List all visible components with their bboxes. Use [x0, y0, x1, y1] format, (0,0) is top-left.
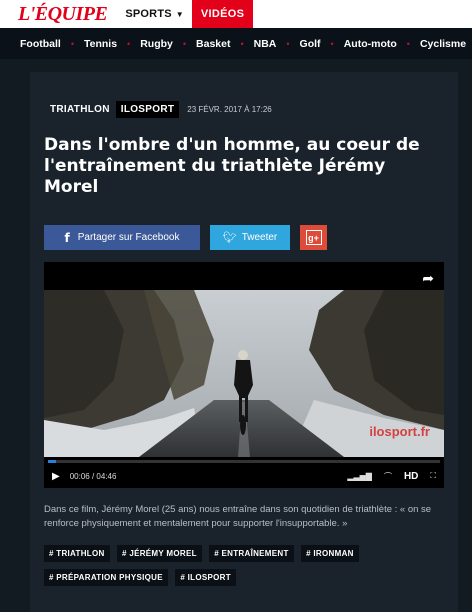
nav-separator: •	[240, 38, 244, 49]
sport-nav-item[interactable]: NBA	[254, 38, 277, 50]
share-arrow-icon[interactable]: ➦	[422, 270, 434, 287]
facebook-share-button[interactable]: f Partager sur Facebook	[44, 225, 200, 250]
video-watermark: ilosport.fr	[369, 424, 430, 439]
tag-link[interactable]: # TRIATHLON	[44, 545, 110, 562]
play-icon[interactable]: ▶	[52, 471, 60, 482]
article-meta: TRIATHLON ILOSPORT 23 FÉVR. 2017 À 17:26	[50, 101, 272, 118]
video-progress-bar[interactable]	[48, 460, 440, 463]
sport-nav: Football • Tennis • Rugby • Basket • NBA • Go…	[0, 28, 472, 59]
nav-separator: •	[330, 38, 334, 49]
google-plus-icon: g+	[305, 230, 322, 245]
volume-icon[interactable]: ▂▃▅▇	[347, 472, 372, 481]
sport-nav-item[interactable]: Basket	[196, 38, 230, 50]
source-badge[interactable]: ILOSPORT	[115, 101, 180, 118]
tag-link[interactable]: # IRONMAN	[301, 545, 359, 562]
nav-separator: •	[406, 38, 410, 49]
article-description: Dans ce film, Jérémy Morel (25 ans) nous…	[44, 504, 432, 529]
sport-nav-item[interactable]: Golf	[300, 38, 321, 50]
videos-tab[interactable]: VIDÉOS	[191, 0, 254, 28]
nav-separator: •	[70, 38, 74, 49]
sport-nav-item[interactable]: Football	[20, 38, 61, 50]
tag-link[interactable]: # PRÉPARATION PHYSIQUE	[44, 569, 168, 586]
sport-nav-item[interactable]: Auto-moto	[344, 38, 397, 50]
twitter-share-button[interactable]: 🐦︎ Tweeter	[210, 225, 290, 250]
tag-link[interactable]: # ENTRAÎNEMENT	[209, 545, 294, 562]
sports-menu-label: SPORTS	[125, 8, 172, 20]
sport-nav-item[interactable]: Tennis	[84, 38, 117, 50]
google-plus-share-button[interactable]: g+	[300, 225, 327, 250]
fullscreen-icon[interactable]: ⛶	[430, 471, 436, 481]
article-title: Dans l'ombre d'un homme, au coeur de l'e…	[44, 135, 420, 197]
video-duration: 04:46	[96, 471, 117, 481]
nav-separator: •	[286, 38, 290, 49]
nav-separator: •	[127, 38, 131, 49]
sports-menu[interactable]: SPORTS ▼	[117, 0, 192, 28]
facebook-icon: f	[64, 230, 70, 245]
tag-link[interactable]: # JÉRÉMY MOREL	[117, 545, 202, 562]
chevron-down-icon: ▼	[175, 9, 184, 19]
category-link[interactable]: TRIATHLON	[50, 104, 110, 115]
video-current-time: 00:06	[69, 471, 90, 481]
video-controls: ▶ 00:06 / 04:46 ▂▃▅▇ ⌒ HD ⛶	[44, 464, 444, 488]
nav-separator: •	[182, 38, 187, 49]
facebook-share-label: Partager sur Facebook	[77, 232, 180, 243]
twitter-share-label: Tweeter	[241, 232, 278, 243]
video-time: 00:06 / 04:46	[70, 472, 336, 481]
sport-nav-item[interactable]: Cyclisme	[420, 38, 466, 50]
chromecast-icon[interactable]: ⌒	[384, 471, 392, 482]
tag-list: # TRIATHLON # JÉRÉMY MOREL # ENTRAÎNEMEN…	[44, 543, 444, 591]
site-logo[interactable]: L'ÉQUIPE	[0, 0, 117, 28]
article-card: TRIATHLON ILOSPORT 23 FÉVR. 2017 À 17:26…	[30, 72, 458, 612]
sport-nav-item[interactable]: Rugby	[140, 38, 173, 50]
video-progress-fill	[48, 460, 57, 463]
video-frame[interactable]: ilosport.fr	[44, 290, 444, 457]
top-bar: L'ÉQUIPE SPORTS ▼ VIDÉOS	[0, 0, 472, 28]
video-player[interactable]: ➦ ilosport.fr ▶ 00:06 / 04:46 ▂▃▅▇ ⌒ HD …	[44, 262, 444, 488]
twitter-bird-icon: 🐦︎	[222, 232, 237, 244]
tag-link[interactable]: # ILOSPORT	[175, 569, 236, 586]
hd-toggle[interactable]: HD	[404, 471, 418, 482]
publish-date: 23 FÉVR. 2017 À 17:26	[187, 105, 272, 114]
